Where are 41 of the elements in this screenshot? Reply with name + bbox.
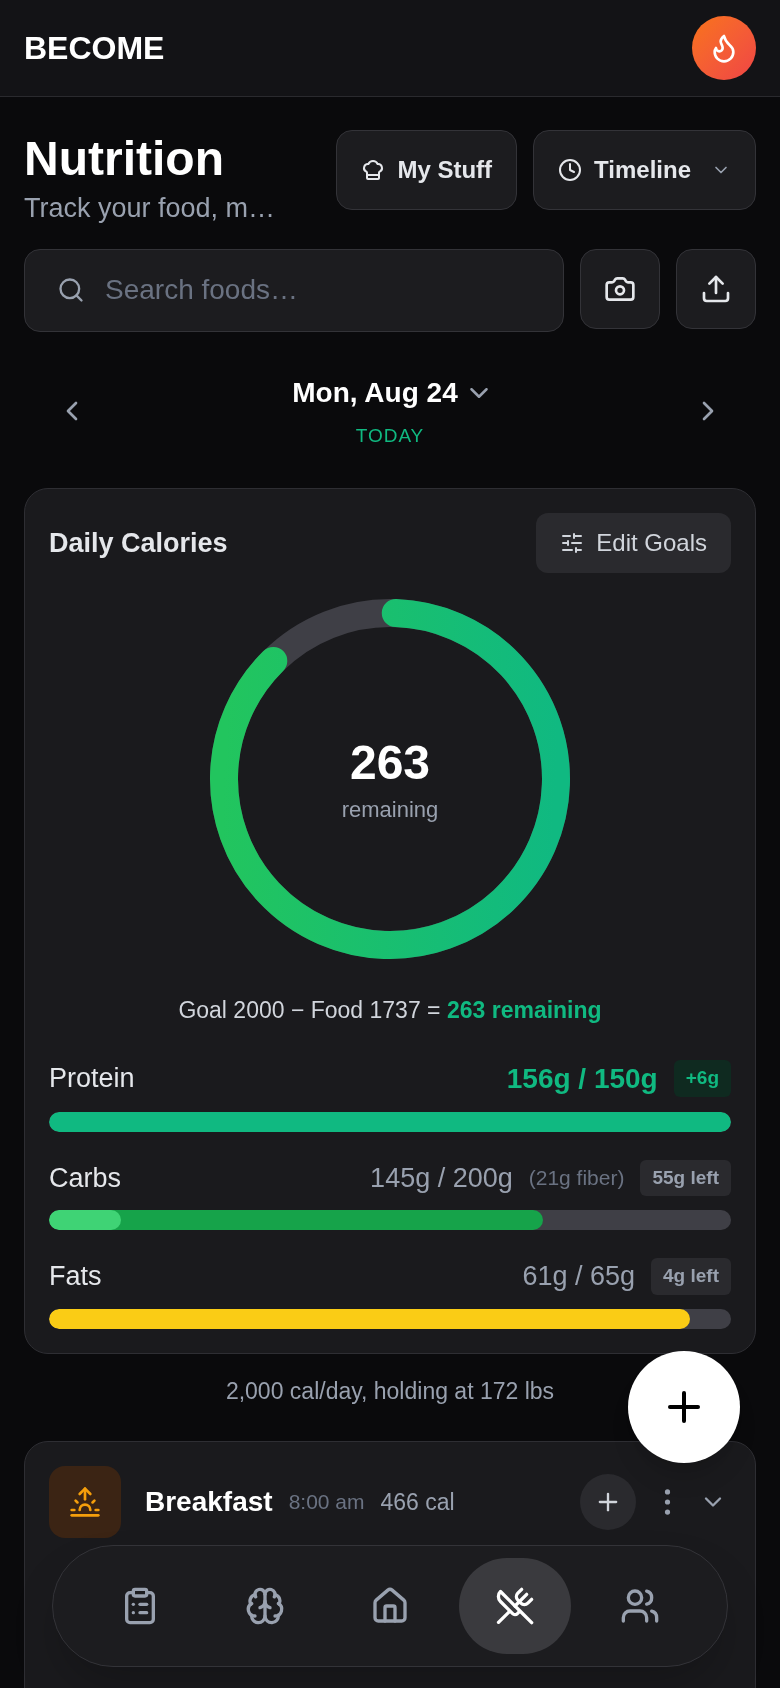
clock-icon [558,158,583,182]
calorie-equation: Goal 2000 − Food 1737 = 263 remaining [177,996,603,1025]
search-icon [57,276,85,304]
macro-amount: 145g / 200g [370,1161,513,1195]
people-icon [620,1586,661,1626]
macro-name: Protein [49,1062,136,1096]
today-label: TODAY [355,423,425,448]
date-picker[interactable]: Mon, Aug 24 [292,371,488,414]
plan-note: 2,000 cal/day, holding at 172 lbs [225,1376,555,1406]
macro-badge: 4g left [651,1258,731,1295]
search-field[interactable]: Search foods… [24,248,564,332]
macro-badge: +6g [673,1060,731,1097]
card-title: Daily Calories [49,526,228,560]
page-title: Nutrition [24,131,225,187]
macro-badge: 55g left [640,1159,731,1196]
sliders-icon [560,531,585,555]
macro-name: Carbs [49,1161,123,1195]
camera-button[interactable] [580,248,660,329]
fiber-note: (21g fiber) [528,1165,625,1191]
chef-hat-icon [361,158,386,182]
macro-amount: 156g / 150g [506,1061,658,1096]
chevron-down-icon [469,387,488,398]
more-icon [664,1489,671,1515]
edit-goals-button[interactable]: Edit Goals [536,513,731,573]
utensils-icon [495,1586,536,1626]
calories-remaining: 263 [349,734,431,791]
brain-icon [244,1586,285,1626]
add-food-button[interactable] [580,1474,636,1530]
header-action-button[interactable]: Timeline [533,130,756,210]
meal-calories: 466 cal [380,1487,456,1517]
remaining-label: remaining [341,795,439,824]
brand-logo: BECOME [24,29,165,68]
macro-name: Fats [49,1260,103,1293]
sunrise-icon [69,1486,101,1518]
meal-name: Breakfast [145,1485,273,1519]
header-action-button[interactable]: My Stuff [336,130,518,210]
upload-button[interactable] [676,248,756,329]
page-subtitle: Track your food, m… [24,192,276,225]
meal-time: 8:00 am [288,1489,365,1516]
macro-amount: 61g / 65g [522,1260,636,1293]
search-input[interactable]: Search foods… [105,269,485,311]
